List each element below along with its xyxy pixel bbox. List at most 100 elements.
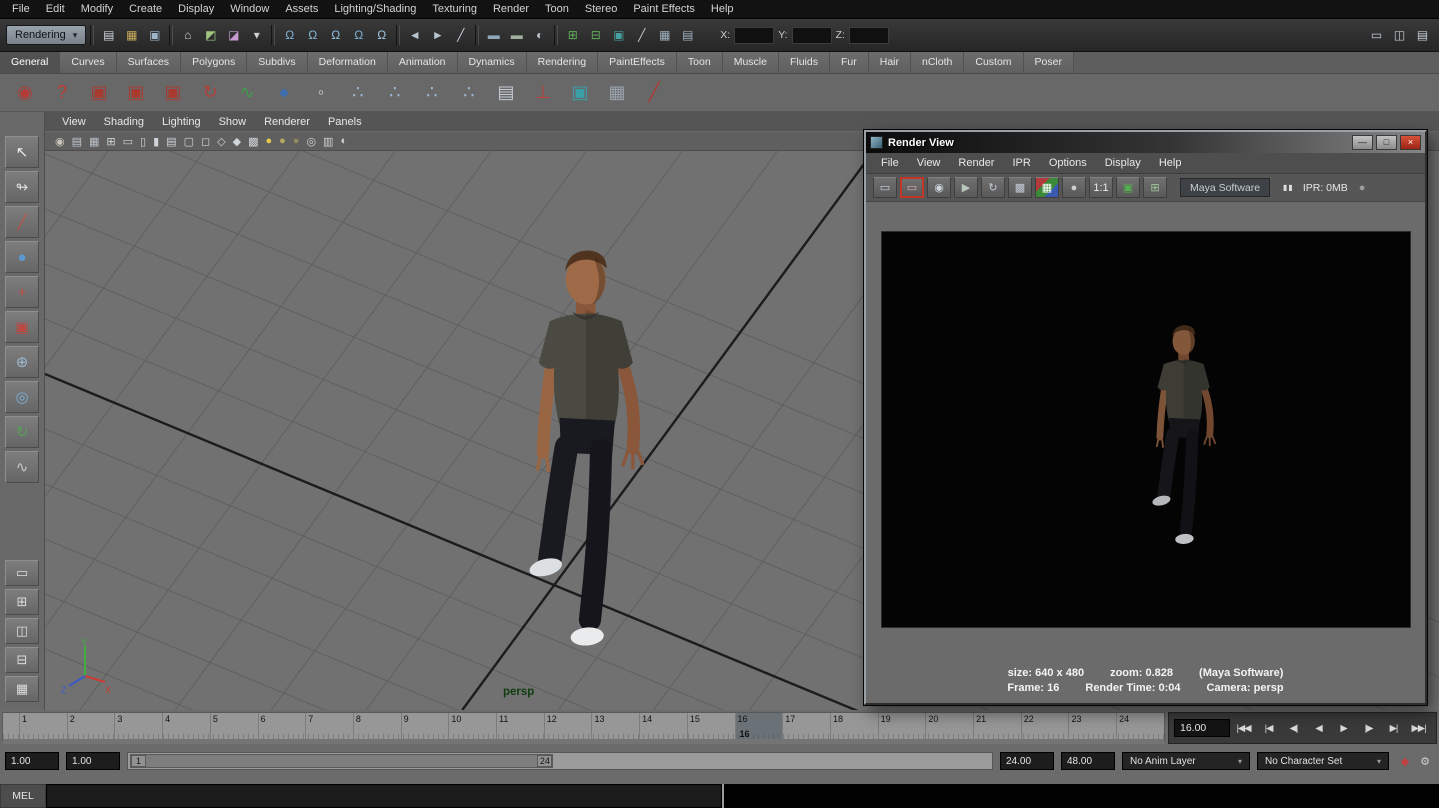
region-snap-icon[interactable]: ▣ [1116,177,1140,198]
timeline-tick[interactable]: 16 16 [735,713,783,739]
shelf-node-d-icon[interactable]: ∴ [456,79,482,107]
timeline-tick[interactable]: 17 [782,713,830,739]
hierarchy-mask-icon[interactable]: ⌂ [177,25,198,45]
script-editor-icon[interactable]: ▤ [1412,25,1433,45]
snap-live-icon[interactable]: Ω [371,25,392,45]
shelf-node-b-icon[interactable]: ∴ [382,79,408,107]
resolution-gate-icon[interactable]: ▯ [140,135,146,148]
snap-point-icon[interactable]: Ω [325,25,346,45]
current-time-field[interactable] [1174,719,1230,737]
range-start-handle[interactable]: 1 [131,755,146,767]
menu-create[interactable]: Create [121,0,170,18]
shadows-icon[interactable]: ● [279,135,286,147]
persp-outliner-layout-button[interactable]: ◫ [5,618,39,644]
maximize-button[interactable]: □ [1376,135,1397,150]
ipr-region-icon[interactable]: ▩ [1008,177,1032,198]
command-result-area[interactable] [722,784,1439,808]
play-forward-button[interactable]: ▶ [1331,718,1356,738]
rv-menu-help[interactable]: Help [1150,157,1191,169]
shelf-camera-aim-up-icon[interactable]: ▣ [160,79,186,107]
rv-menu-file[interactable]: File [872,157,908,169]
ipr-redo-icon[interactable]: ▶ [954,177,978,198]
tab-general[interactable]: General [0,52,60,73]
counts-toggle-icon[interactable]: ▤ [677,25,698,45]
tab-fluids[interactable]: Fluids [779,52,830,73]
soft-modification-tool[interactable]: ◎ [5,381,39,413]
timeline-tick[interactable]: 1 [19,713,67,739]
timeline-tick[interactable]: 10 [448,713,496,739]
shelf-curve-icon[interactable]: ∿ [234,79,260,107]
rgb-channels-icon[interactable]: ▦ [1035,177,1059,198]
textured-icon[interactable]: ▩ [248,135,258,148]
xray-icon[interactable]: ▥ [323,135,333,148]
timeline-tick[interactable]: 12 [544,713,592,739]
z-input[interactable] [849,27,889,44]
animation-preferences-icon[interactable]: ⚙ [1416,752,1434,770]
timeline-tick[interactable]: 15 [687,713,735,739]
x-input[interactable] [734,27,774,44]
shaded-icon[interactable]: ◆ [233,135,241,148]
split-layout-icon[interactable]: ◫ [1389,25,1410,45]
four-pane-layout-button[interactable]: ⊞ [5,589,39,615]
shelf-help-icon[interactable]: ? [49,79,75,107]
scale-tool[interactable]: ▣ [5,311,39,343]
timeline-tick[interactable]: 18 [830,713,878,739]
use-lights-icon[interactable]: ● [265,135,272,147]
menu-modify[interactable]: Modify [73,0,121,18]
persp-graph-layout-button[interactable]: ⊟ [5,647,39,673]
pause-ipr-icon[interactable]: ▮▮ [1283,183,1294,192]
rv-menu-view[interactable]: View [908,157,950,169]
rv-menu-display[interactable]: Display [1096,157,1150,169]
tab-fur[interactable]: Fur [830,52,869,73]
tab-rendering[interactable]: Rendering [527,52,598,73]
tab-custom[interactable]: Custom [964,52,1023,73]
universal-manipulator-tool[interactable]: ⊕ [5,346,39,378]
timeline-ruler[interactable]: 1 2 3 4 5 [2,712,1165,744]
playback-range[interactable]: 1 24 [130,754,553,768]
field-chart-icon[interactable]: ▤ [166,135,176,148]
shelf-knife-icon[interactable]: ╱ [641,79,667,107]
menu-edit[interactable]: Edit [38,0,73,18]
timeline-tick[interactable]: 19 [878,713,926,739]
safe-title-icon[interactable]: ◻ [201,135,210,148]
timeline-tick[interactable]: 6 [258,713,306,739]
vp-menu-view[interactable]: View [53,116,95,128]
camera-attrs-icon[interactable]: ◉ [55,135,65,148]
shelf-node-c-icon[interactable]: ∴ [419,79,445,107]
tab-hair[interactable]: Hair [869,52,911,73]
auto-keyframe-icon[interactable]: ◆ [1396,752,1414,770]
animation-start-field[interactable] [5,752,59,770]
ipr-refresh-icon[interactable]: ↻ [981,177,1005,198]
shelf-graph-icon[interactable]: ▤ [493,79,519,107]
timeline-tick[interactable]: 11 [496,713,544,739]
tab-toon[interactable]: Toon [677,52,723,73]
shelf-sphere-icon[interactable]: ● [271,79,297,107]
rendered-image[interactable] [881,231,1411,628]
component-mask-icon[interactable]: ◪ [223,25,244,45]
go-to-start-button[interactable]: |◀◀ [1231,718,1256,738]
shelf-container-icon[interactable]: ▦ [604,79,630,107]
timeline-tick[interactable]: 8 [353,713,401,739]
construction-history-icon[interactable]: ╱ [450,25,471,45]
tab-surfaces[interactable]: Surfaces [117,52,181,73]
tab-poser[interactable]: Poser [1024,52,1074,73]
menu-display[interactable]: Display [170,0,222,18]
rv-menu-options[interactable]: Options [1040,157,1096,169]
shelf-ik-icon[interactable]: ⊥ [530,79,556,107]
snap-plane-icon[interactable]: Ω [348,25,369,45]
menu-render[interactable]: Render [485,0,537,18]
vp-menu-show[interactable]: Show [210,116,256,128]
tab-dynamics[interactable]: Dynamics [458,52,527,73]
mel-command-input[interactable] [46,784,722,808]
rotate-tool[interactable]: ↻ [5,416,39,448]
default-light-icon[interactable]: ● [293,135,300,147]
tab-deformation[interactable]: Deformation [308,52,388,73]
snapshot-icon[interactable]: ◉ [927,177,951,198]
timeline-tick[interactable]: 9 [401,713,449,739]
step-forward-key-button[interactable]: ▶| [1381,718,1406,738]
film-gate-icon[interactable]: ▭ [123,135,133,148]
tab-polygons[interactable]: Polygons [181,52,247,73]
timeline-tick[interactable]: 7 [305,713,353,739]
timeline-tick[interactable]: 14 [639,713,687,739]
snap-curve-icon[interactable]: Ω [302,25,323,45]
